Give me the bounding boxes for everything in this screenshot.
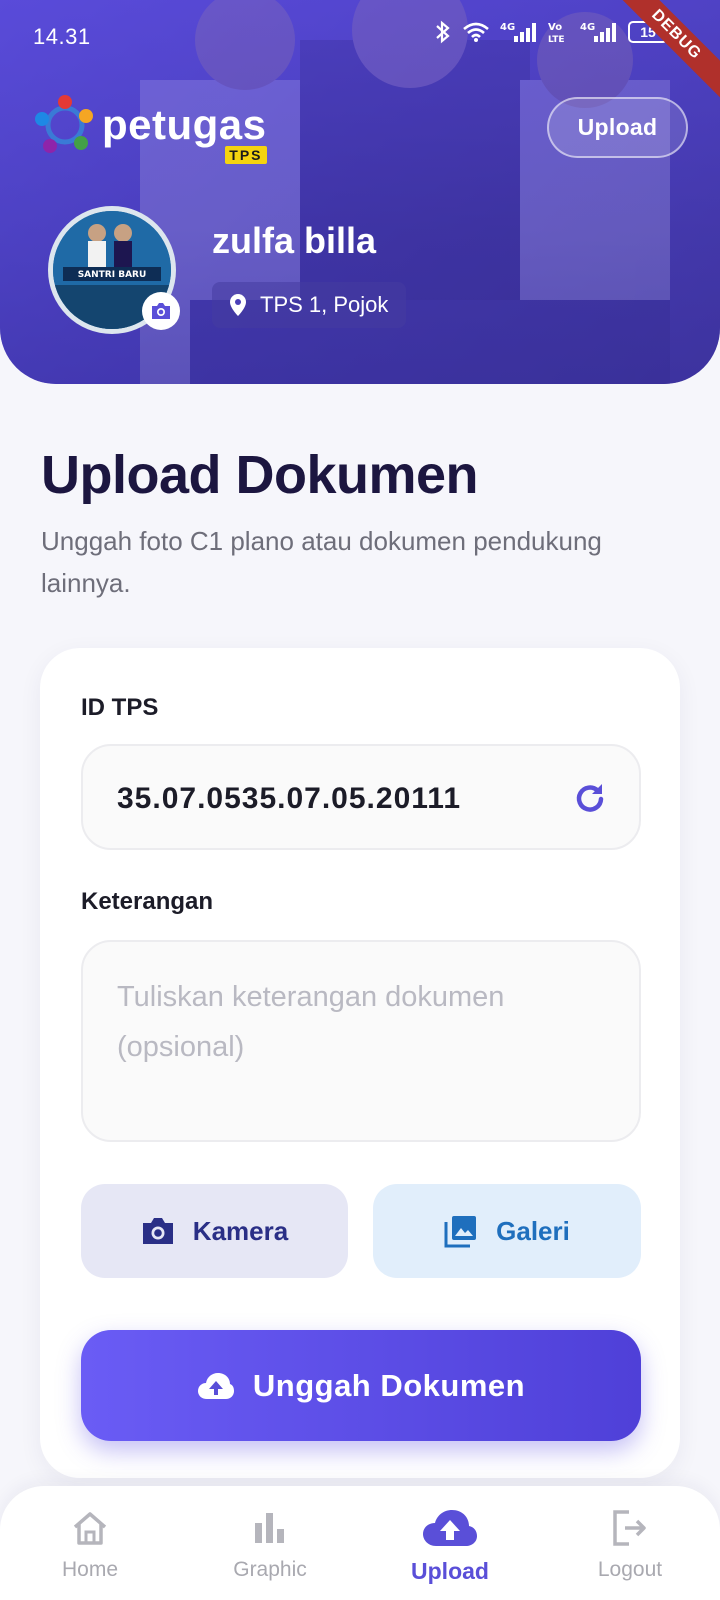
header-upload-button[interactable]: Upload xyxy=(547,97,688,158)
refresh-icon[interactable] xyxy=(571,780,609,818)
status-icons: 4G Vo LTE 4G 15 xyxy=(434,20,668,44)
bar-chart-icon xyxy=(255,1513,284,1543)
volte-icon: Vo LTE xyxy=(548,22,565,44)
nav-item-graphic[interactable]: Graphic xyxy=(180,1486,360,1600)
location-chip: TPS 1, Pojok xyxy=(212,282,407,328)
gallery-button[interactable]: Galeri xyxy=(373,1184,641,1278)
svg-text:Vo: Vo xyxy=(548,22,562,33)
upload-document-button[interactable]: Unggah Dokumen xyxy=(81,1330,641,1441)
svg-text:4G: 4G xyxy=(500,22,515,33)
cloud-upload-icon xyxy=(197,1372,234,1399)
logo-word: petugas xyxy=(102,101,267,148)
logo-text: petugas TPS xyxy=(102,101,267,164)
nav-item-logout[interactable]: Logout xyxy=(540,1486,720,1600)
cloud-upload-icon xyxy=(423,1510,477,1546)
page-title: Upload Dokumen xyxy=(41,445,479,505)
gallery-icon xyxy=(444,1216,477,1248)
bluetooth-icon xyxy=(436,20,450,44)
id-tps-label: ID TPS xyxy=(81,694,159,721)
location-text: TPS 1, Pojok xyxy=(260,292,389,317)
home-icon xyxy=(73,1512,107,1545)
bottom-navigation: Home Graphic Upload Logout xyxy=(0,1486,720,1600)
nav-item-home[interactable]: Home xyxy=(0,1486,180,1600)
keterangan-input[interactable] xyxy=(81,940,641,1142)
app-logo: petugas TPS xyxy=(34,94,267,164)
camera-button-label: Kamera xyxy=(192,1215,289,1246)
status-time: 14.31 xyxy=(33,24,91,49)
nav-label-logout: Logout xyxy=(597,1558,663,1581)
status-bar: 14.31 4G Vo LTE 4G 15 xyxy=(0,0,720,76)
gallery-button-label: Galeri xyxy=(496,1215,570,1246)
user-name: zulfa billa xyxy=(212,220,377,261)
upload-document-label: Unggah Dokumen xyxy=(252,1367,526,1403)
svg-text:4G: 4G xyxy=(580,22,595,33)
svg-text:SANTRI BARU: SANTRI BARU xyxy=(78,270,147,280)
logo-mark-icon xyxy=(35,95,93,153)
signal-4g-icon: 4G xyxy=(500,22,536,42)
camera-button[interactable]: Kamera xyxy=(81,1184,348,1278)
svg-text:LTE: LTE xyxy=(548,35,565,44)
profile-header: 14.31 4G Vo LTE 4G 15 DEBUG petugas TPS U… xyxy=(0,0,720,384)
camera-icon xyxy=(152,303,170,319)
nav-item-upload[interactable]: Upload xyxy=(360,1486,540,1600)
avatar-container[interactable]: SANTRI BARU xyxy=(48,206,180,334)
nav-label-upload: Upload xyxy=(411,1558,489,1584)
keterangan-label: Keterangan xyxy=(81,888,214,915)
location-pin-icon xyxy=(230,294,246,316)
nav-label-graphic: Graphic xyxy=(233,1558,307,1581)
change-photo-button[interactable] xyxy=(142,292,180,330)
logout-icon xyxy=(613,1510,646,1546)
id-tps-field: 35.07.0535.07.05.20111 xyxy=(81,744,641,850)
nav-label-home: Home xyxy=(61,1558,119,1581)
upload-form-card: ID TPS 35.07.0535.07.05.20111 Keterangan… xyxy=(40,648,680,1478)
id-tps-value: 35.07.0535.07.05.20111 xyxy=(117,782,462,815)
signal-4g-icon-2: 4G xyxy=(580,22,616,42)
page-subtitle: Unggah foto C1 plano atau dokumen penduk… xyxy=(41,526,602,598)
wifi-icon xyxy=(463,22,489,42)
camera-icon xyxy=(142,1218,173,1244)
logo-tps-badge: TPS xyxy=(225,146,267,164)
